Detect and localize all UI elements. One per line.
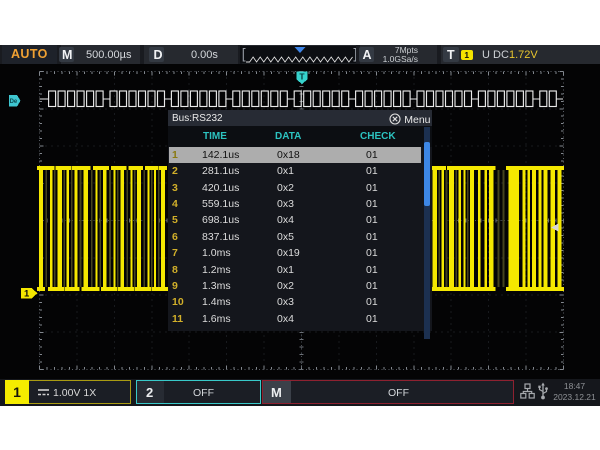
svg-text:T: T: [299, 71, 305, 81]
svg-text:1: 1: [24, 289, 30, 300]
svg-text:De: De: [10, 99, 18, 105]
